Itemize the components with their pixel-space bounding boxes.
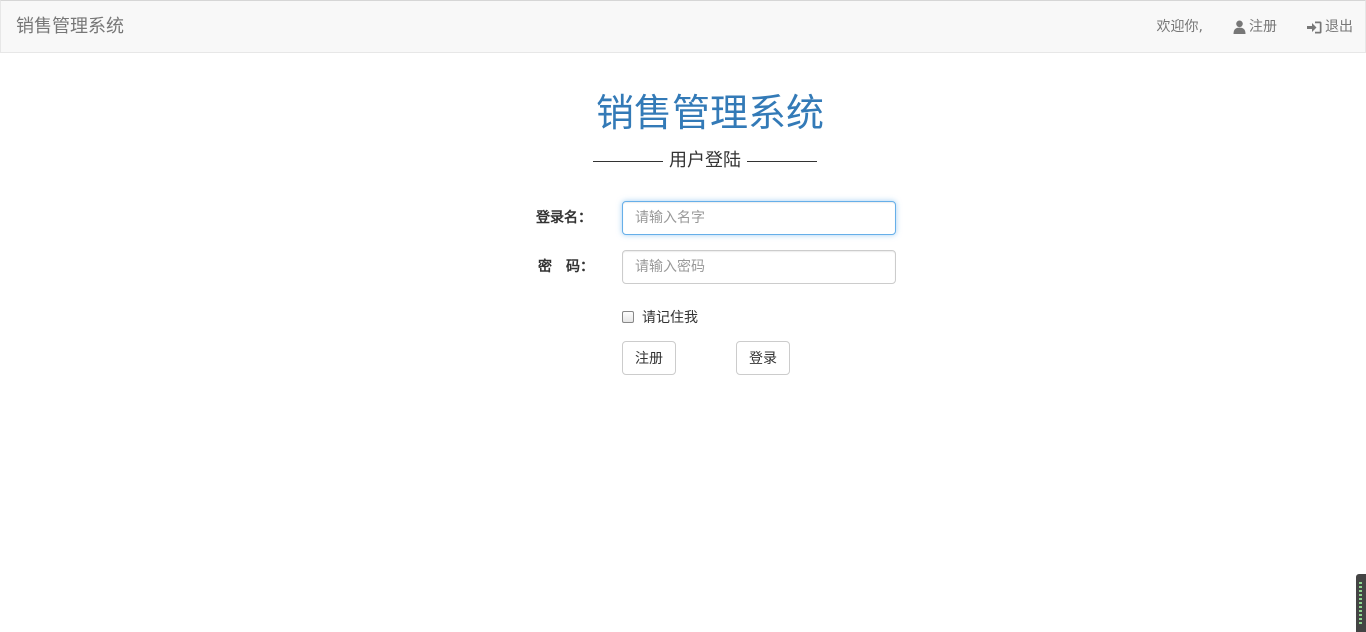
register-button[interactable]: 注册: [622, 341, 676, 375]
nav-register-label: 注册: [1249, 19, 1277, 35]
username-label: 登录名：: [536, 210, 592, 226]
page-title: 销售管理系统: [595, 91, 824, 135]
sign-in-icon: [1307, 21, 1322, 33]
nav-register-link[interactable]: 注册: [1233, 17, 1277, 37]
page-subtitle: 用户登陆: [590, 148, 820, 174]
remember-checkbox[interactable]: [622, 311, 634, 323]
username-input[interactable]: [622, 201, 896, 235]
user-icon: [1233, 20, 1246, 34]
corner-widget: [1356, 574, 1366, 632]
subtitle-text: 用户登陆: [669, 150, 741, 171]
navbar-right: 欢迎你, 注册 退出: [1157, 17, 1353, 37]
login-button[interactable]: 登录: [736, 341, 790, 375]
welcome-text: 欢迎你,: [1156, 19, 1203, 35]
password-label: 密 码：: [538, 259, 594, 275]
remember-me[interactable]: 请记住我: [622, 307, 698, 327]
nav-logout-link[interactable]: 退出: [1307, 17, 1353, 37]
top-navbar: 销售管理系统 欢迎你, 注册 退出: [0, 0, 1366, 53]
navbar-brand[interactable]: 销售管理系统: [16, 15, 124, 39]
nav-logout-label: 退出: [1325, 19, 1353, 35]
password-input[interactable]: [622, 250, 896, 284]
subtitle-dash-left: [593, 160, 663, 162]
remember-label: 请记住我: [642, 310, 698, 326]
subtitle-dash-right: [747, 160, 817, 162]
